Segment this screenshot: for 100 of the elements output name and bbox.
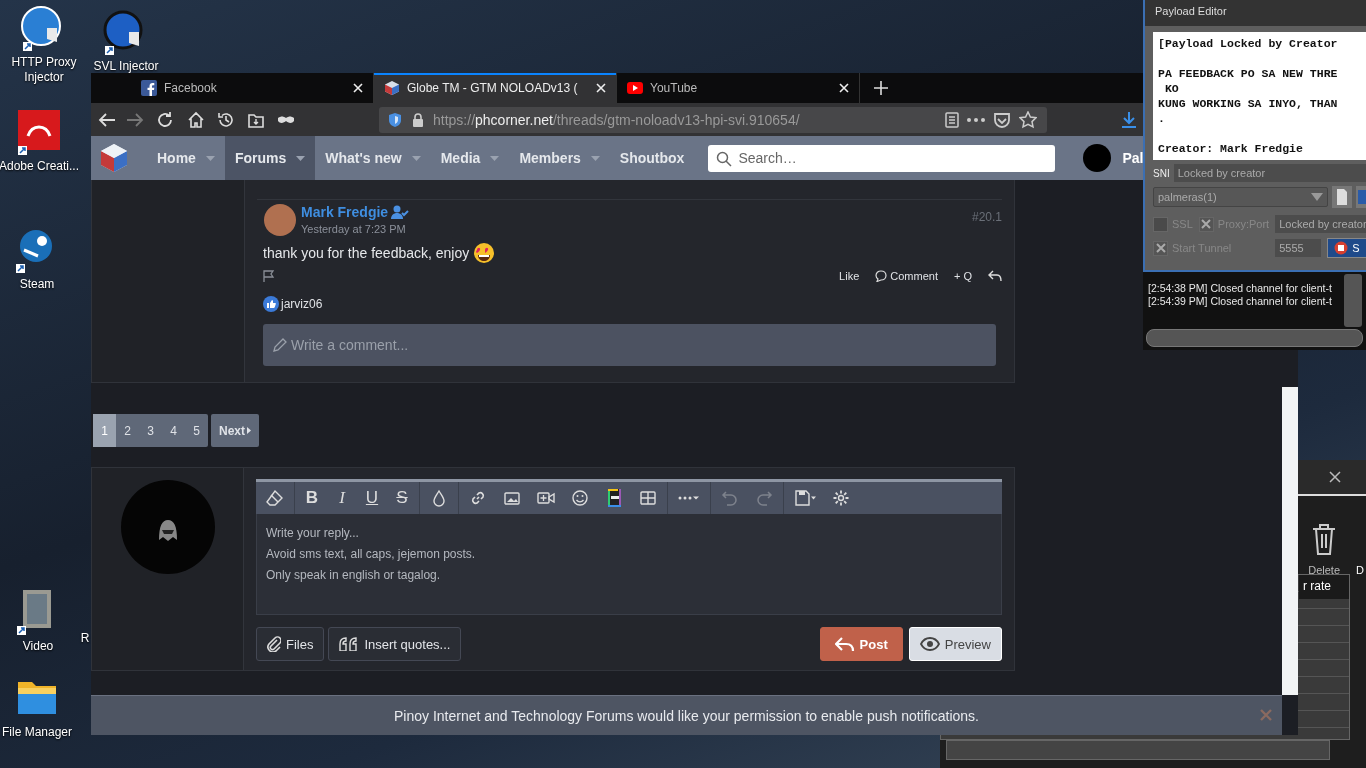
desktop-icon-label[interactable]: Steam (19, 277, 55, 292)
desktop-icon-label[interactable]: File Manager (2, 725, 72, 740)
eraser-icon[interactable] (266, 489, 284, 507)
payload-text-area[interactable]: [Payload Locked by Creator PA FEEDBACK PO SA NEW THRE KO KUNG WORKING SA INYO, THAN . Creator: Mark Fredgie (1153, 32, 1366, 160)
reply-arrow-icon (834, 636, 855, 652)
next-page-button[interactable]: Next (211, 414, 259, 447)
document-icon[interactable] (1332, 186, 1352, 208)
reactor-link[interactable]: jarviz06 (281, 297, 323, 311)
sni-field[interactable]: Locked by creator (1173, 164, 1366, 182)
flag-icon[interactable] (263, 270, 275, 282)
star-icon[interactable] (1019, 110, 1037, 129)
shield-icon[interactable] (387, 111, 403, 128)
username-link[interactable]: Pal (1122, 150, 1144, 166)
smiley-icon[interactable] (571, 489, 589, 507)
nav-tab[interactable]: Home (147, 136, 225, 180)
play-logo-icon (627, 82, 643, 94)
vertical-scrollbar[interactable] (1282, 387, 1298, 695)
search-field[interactable]: Search… (708, 144, 1056, 172)
heart-eyes-emoji-icon (473, 242, 496, 264)
checkbox[interactable] (1198, 216, 1214, 232)
reply-text-area[interactable]: Write your reply... Avoid sms text, all caps, jejemon posts. Only speak in english or tagalog. (256, 514, 1002, 615)
comment-field[interactable]: Write a comment... (263, 324, 996, 366)
lock-icon[interactable] (411, 111, 425, 128)
desktop-icon-label[interactable]: HTTP Proxy Injector (1, 55, 87, 85)
reply-arrow-icon[interactable] (988, 270, 1002, 282)
format-button[interactable]: B (305, 488, 319, 508)
toolbar-label[interactable]: D (1356, 564, 1366, 576)
image-icon[interactable] (503, 489, 521, 507)
facebook-icon (141, 80, 157, 96)
profile-dropdown[interactable]: palmeras(1) (1153, 187, 1328, 207)
gif-icon[interactable] (605, 489, 623, 507)
tab-title: Globe TM - GTM NOLOADv13 ( (407, 81, 579, 95)
page-link[interactable]: 4 (162, 414, 185, 447)
page-link[interactable]: 5 (185, 414, 208, 447)
table-icon[interactable] (639, 489, 657, 507)
start-button[interactable]: S (1327, 238, 1366, 258)
caret-right-icon (247, 427, 251, 434)
reload-icon[interactable] (157, 110, 175, 129)
proxy-field[interactable]: Locked by creator (1275, 215, 1366, 233)
video-camera-icon[interactable] (537, 489, 555, 507)
port-field[interactable]: 5555 (1275, 239, 1322, 257)
more-dots-icon[interactable] (967, 117, 985, 122)
toolbar-label[interactable]: Delete (1308, 564, 1340, 576)
url-text[interactable]: https://phcorner.net/threads/gtm-noloadv13-hpi-svi.910654/ (433, 111, 800, 128)
close-icon[interactable] (1328, 470, 1342, 484)
back-arrow-icon[interactable] (97, 110, 115, 129)
notification-text: Pinoy Internet and Technology Forums would like your permission to enable push notifications. (394, 707, 979, 724)
user-check-icon (391, 205, 410, 219)
format-button[interactable]: S (395, 488, 409, 508)
page-link[interactable]: 2 (116, 414, 139, 447)
browser-tab[interactable]: Globe TM - GTM NOLOADv13 ( (374, 73, 617, 103)
desktop-icon-label[interactable]: R (80, 631, 90, 646)
speech-bubble-icon (875, 270, 888, 282)
column-header: r rate (1299, 575, 1349, 599)
cube-logo-icon[interactable] (99, 143, 129, 173)
avatar[interactable] (264, 204, 296, 236)
page-link[interactable]: 3 (139, 414, 162, 447)
horizontal-scrollbar[interactable] (946, 740, 1330, 760)
timestamp-link[interactable]: Yesterday at 7:23 PM (301, 223, 410, 235)
plus-icon[interactable] (874, 81, 888, 95)
payload-line: KUNG WORKING SA INYO, THAN (1158, 96, 1339, 111)
history-icon[interactable] (217, 110, 235, 129)
author-link[interactable]: Mark Fredgie (301, 204, 389, 220)
nav-tab[interactable]: Forums (224, 136, 316, 180)
link-icon[interactable] (469, 489, 487, 507)
format-button[interactable]: I (335, 488, 349, 508)
quotes-button[interactable]: Insert quotes... (328, 627, 462, 661)
post-button[interactable]: Post (819, 627, 903, 661)
format-button[interactable]: U (365, 488, 379, 508)
action-link[interactable]: Comment (875, 270, 938, 282)
nav-tab[interactable]: Members (509, 136, 610, 180)
action-link[interactable]: Like (839, 270, 860, 282)
desktop-icon-label[interactable]: Video (22, 639, 54, 654)
vertical-scrollbar[interactable] (1344, 274, 1362, 327)
droplet-icon[interactable] (430, 489, 448, 507)
preview-button[interactable]: Preview (908, 627, 1002, 661)
horizontal-scrollbar[interactable] (1146, 329, 1363, 347)
settings-icon[interactable] (832, 489, 850, 507)
reader-view-icon[interactable] (945, 111, 959, 128)
desktop-icon-label[interactable]: SVL Injector (93, 59, 159, 74)
nav-tab[interactable]: Media (430, 136, 510, 180)
forward-arrow-icon[interactable] (127, 110, 145, 129)
checkbox[interactable] (1153, 240, 1168, 256)
helmet-avatar[interactable] (120, 480, 215, 574)
cube-logo-icon (384, 80, 400, 96)
action-link[interactable]: + Q (953, 270, 972, 282)
files-button[interactable]: Files (256, 627, 325, 661)
pocket-icon[interactable] (993, 111, 1011, 128)
tab-title: YouTube (650, 81, 699, 95)
payload-line: . (1158, 111, 1166, 126)
checkbox[interactable] (1153, 216, 1168, 232)
search-icon (716, 150, 733, 167)
download-icon[interactable] (1121, 110, 1137, 129)
nav-tab[interactable]: What's new (315, 136, 431, 180)
home-icon[interactable] (187, 110, 205, 129)
address-bar[interactable]: https://phcorner.net/threads/gtm-noloadv13-hpi-svi.910654/ (379, 106, 1047, 133)
nav-tab[interactable]: Shoutbox (609, 136, 695, 180)
avatar[interactable] (1083, 144, 1112, 172)
x-mark-icon (1155, 243, 1166, 253)
shortcut-icon[interactable] (16, 110, 62, 156)
